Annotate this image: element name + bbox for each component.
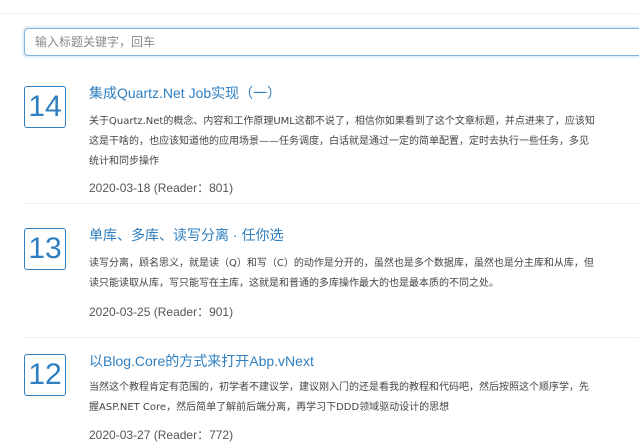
article-number-badge: 12 xyxy=(24,354,66,396)
article-number-badge: 13 xyxy=(24,228,66,270)
article-reader-count: (Reader：901) xyxy=(153,305,234,319)
article-date: 2020-03-27 xyxy=(89,428,151,442)
search-input[interactable] xyxy=(24,28,639,56)
top-divider xyxy=(0,13,639,14)
article-summary: 关于Quartz.Net的概念、内容和工作原理UML这都不说了，相信你如果看到了… xyxy=(89,112,639,172)
article-title-link[interactable]: 单库、多库、读写分离 · 任你选 xyxy=(89,225,283,245)
article-title-link[interactable]: 以Blog.Core的方式来打开Abp.vNext xyxy=(89,351,314,371)
article-summary: 读写分离，顾名思义，就是读（Q）和写（C）的动作是分开的，虽然也是多个数据库，虽… xyxy=(89,254,639,294)
article-date: 2020-03-25 xyxy=(89,305,151,319)
article-date: 2020-03-18 xyxy=(89,181,151,195)
article-summary: 当然这个教程肯定有范围的，初学者不建议学，建议刚入门的还是看我的教程和代码吧，然… xyxy=(89,378,639,418)
article-meta: 2020-03-27 (Reader：772) xyxy=(89,426,233,443)
summary-line: 读只能读取从库，写只能写在主库，这就是和普通的多库操作最大的也是最本质的不同之处… xyxy=(89,278,499,289)
article-divider xyxy=(24,337,639,338)
article-reader-count: (Reader：801) xyxy=(153,181,234,195)
article-title-link[interactable]: 集成Quartz.Net Job实现（一） xyxy=(89,83,281,103)
article-reader-count: (Reader：772) xyxy=(153,428,234,442)
article-meta: 2020-03-25 (Reader：901) xyxy=(89,303,233,320)
summary-line: 读写分离，顾名思义，就是读（Q）和写（C）的动作是分开的，虽然也是多个数据库，虽… xyxy=(89,258,594,269)
article-number-badge: 14 xyxy=(24,86,66,128)
summary-line: 关于Quartz.Net的概念、内容和工作原理UML这都不说了，相信你如果看到了… xyxy=(89,116,595,127)
summary-line: 这是干啥的，也应该知道他的应用场景——任务调度，白话就是通过一定的简单配置，定时… xyxy=(89,136,589,147)
summary-line: 当然这个教程肯定有范围的，初学者不建议学，建议刚入门的还是看我的教程和代码吧，然… xyxy=(89,382,589,393)
summary-line: 统计和同步操作 xyxy=(89,156,159,167)
summary-line: 握ASP.NET Core，然后简单了解前后端分离，再学习下DDD领域驱动设计的… xyxy=(89,402,450,413)
article-divider xyxy=(24,203,639,204)
article-meta: 2020-03-18 (Reader：801) xyxy=(89,179,233,196)
